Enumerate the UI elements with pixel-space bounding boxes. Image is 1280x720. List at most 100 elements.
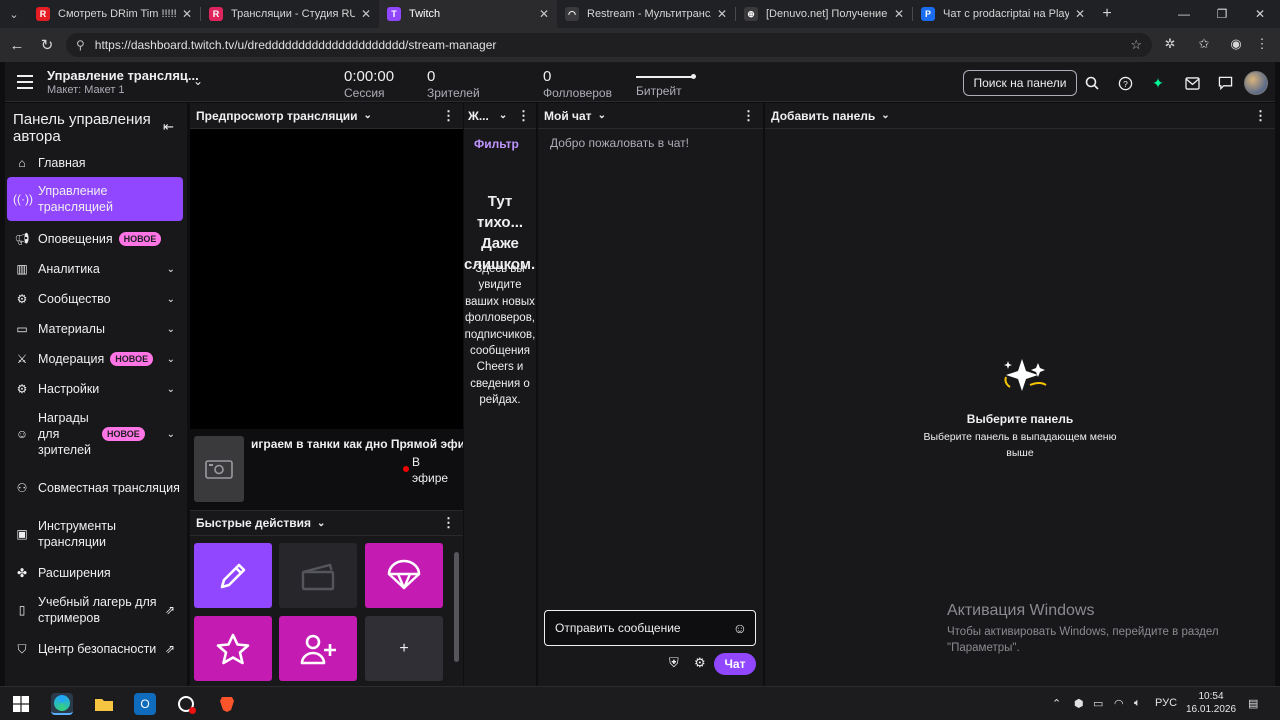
chevron-down-icon[interactable]: ⌄ [499,110,507,121]
tab-list-chevron-icon[interactable]: ⌄ [0,0,28,28]
more-options-icon[interactable]: ⋮ [742,108,755,124]
sidebar-item-stream-manager[interactable]: ((·)) Управление трансляцией [7,177,183,221]
stream-thumbnail-icon[interactable] [194,436,244,502]
sparkle-icon[interactable]: ✦ [1147,72,1169,94]
sidebar-item-safety-center[interactable]: ⛉ Центр безопасности ⇗ [7,639,183,659]
sidebar-item-extensions[interactable]: ✤ Расширения [7,563,183,583]
sidebar-item-analytics[interactable]: ▥ Аналитика ⌄ [7,259,183,279]
taskbar-clock[interactable]: 10:54 16.01.2026 [1186,690,1236,716]
add-panel-header[interactable]: Добавить панель ⌄ ⋮ [765,103,1275,129]
browser-tab-2[interactable]: R Трансляции - Студия RUTUB ✕ [201,0,379,28]
reload-icon[interactable]: ↻ [32,30,62,60]
chat-panel-header[interactable]: Мой чат ⌄ ⋮ [538,103,763,129]
sidebar-item-community[interactable]: ⚙︎ Сообщество ⌄ [7,289,183,309]
windows-start-icon[interactable] [10,693,32,715]
browser-tab-4[interactable]: ◠ Restream - Мультитрансляц ✕ [557,0,735,28]
bookmark-star-icon[interactable]: ☆ [1130,37,1142,53]
browser-tab-6[interactable]: P Чат с prodacriptai на Player ✕ [913,0,1093,28]
clip-button[interactable] [279,543,357,608]
sidebar-item-stream-tools[interactable]: ▣ Инструменты трансляции [7,517,183,551]
preview-panel-header[interactable]: Предпросмотр трансляции ⌄ ⋮ [190,103,463,129]
pencil-icon [220,563,246,588]
scrollbar-thumb[interactable] [454,552,459,662]
chevron-down-icon[interactable]: ⌄ [598,110,606,121]
search-icon[interactable] [1081,72,1103,94]
profile-icon[interactable]: ◉ [1226,34,1246,54]
sidebar-item-alerts[interactable]: 📢︎ Оповещения НОВОЕ [7,229,183,249]
close-tab-icon[interactable]: ✕ [717,7,727,21]
chevron-down-icon[interactable]: ⌄ [317,518,325,529]
favorites-icon[interactable]: ✩ [1194,34,1214,54]
emote-picker-icon[interactable]: ☺ [733,620,747,636]
layout-chevron-down-icon[interactable]: ⌄ [193,74,203,88]
sidebar-item-content[interactable]: ▭ Материалы ⌄ [7,319,183,339]
close-tab-icon[interactable]: ✕ [539,7,549,21]
highlight-button[interactable] [194,616,272,681]
obs-icon[interactable] [175,693,197,715]
whispers-icon[interactable] [1214,72,1236,94]
more-options-icon[interactable]: ⋮ [442,515,455,531]
page-title[interactable]: Управление трансляц... [47,68,199,83]
moderation-shield-icon[interactable]: ⛨ [669,655,679,671]
brave-browser-icon[interactable] [216,693,238,715]
add-moderator-button[interactable] [279,616,357,681]
close-window-icon[interactable]: ✕ [1240,0,1280,28]
tray-chevron-up-icon[interactable]: ⌃ [1052,697,1061,710]
maximize-icon[interactable]: ❐ [1202,0,1242,28]
quick-actions-header[interactable]: Быстрые действия ⌄ ⋮ [190,510,463,536]
notifications-icon[interactable]: ▤ [1248,697,1258,710]
new-tab-button[interactable]: + [1093,5,1121,23]
chat-send-button[interactable]: Чат [714,653,756,675]
sidebar-item-collaboration[interactable]: ⚇ Совместная трансляция [7,471,183,505]
extensions-puzzle-icon[interactable]: ✲ [1160,34,1180,54]
stream-preview-video[interactable] [190,129,463,429]
panel-search-button[interactable]: Поиск на панели [963,70,1077,96]
browser-tab-1[interactable]: R Смотреть DRim Tim !!!!!!на R ✕ [28,0,200,28]
edge-browser-icon[interactable] [51,693,73,715]
ad-break-button[interactable] [365,543,443,608]
sidebar-item-moderation[interactable]: ⚔︎ Модерация НОВОЕ ⌄ [7,349,183,369]
file-explorer-icon[interactable] [93,693,115,715]
site-info-icon[interactable]: ⚲ [76,38,85,52]
quick-actions-scrollbar[interactable] [453,546,459,676]
sidebar-item-home[interactable]: ⌂ Главная [7,153,183,173]
sidebar-item-settings[interactable]: ⚙︎ Настройки ⌄ [7,379,183,399]
url-field[interactable]: ⚲ https://dashboard.twitch.tv/u/dreddddd… [66,33,1152,57]
close-tab-icon[interactable]: ✕ [361,7,371,21]
collapse-arrow-icon[interactable]: ⇤ [163,119,174,135]
edit-stream-info-button[interactable] [194,543,272,608]
outlook-icon[interactable]: O [134,693,156,715]
layout-label[interactable]: Макет: Макет 1 [47,84,125,96]
stream-title[interactable]: играем в танки как дно Прямой эфир [251,437,463,451]
volume-icon[interactable]: 🔈︎ [1134,697,1141,710]
menu-hamburger-icon[interactable] [15,72,35,92]
tray-monitor-icon[interactable]: ▭ [1093,697,1103,710]
more-options-icon[interactable]: ⋮ [1254,108,1267,124]
wifi-icon[interactable]: ◠ [1114,697,1124,710]
more-options-icon[interactable]: ⋮ [517,108,530,124]
back-arrow-icon[interactable]: ← [2,30,32,60]
chat-message-input[interactable]: Отправить сообщение ☺ [544,610,756,646]
chat-settings-gear-icon[interactable]: ⚙ [694,655,706,671]
camera-icon: ▣ [16,527,28,541]
add-quick-action-button[interactable]: + [365,616,443,681]
language-indicator[interactable]: РУС [1155,697,1177,709]
close-tab-icon[interactable]: ✕ [182,7,192,21]
feed-filter-button[interactable]: Фильтр [474,137,519,151]
activity-feed-header[interactable]: Ж... ⌄ ⋮ [464,103,536,129]
browser-menu-icon[interactable]: ⋮ [1252,34,1272,54]
user-avatar[interactable] [1244,71,1268,95]
close-tab-icon[interactable]: ✕ [1075,7,1085,21]
inbox-icon[interactable] [1181,72,1203,94]
minimize-icon[interactable]: — [1164,0,1204,28]
chevron-down-icon[interactable]: ⌄ [364,110,372,121]
tray-app-icon[interactable]: ⬢ [1074,697,1084,710]
help-icon[interactable]: ? [1114,72,1136,94]
browser-tab-twitch[interactable]: T Twitch ✕ [379,0,557,28]
chevron-down-icon[interactable]: ⌄ [881,110,889,121]
sidebar-item-creator-camp[interactable]: ▯ Учебный лагерь для стримеров ⇗ [7,593,183,627]
browser-tab-5[interactable]: ⊕ [Denuvo.net] Получение 2F ✕ [736,0,912,28]
more-options-icon[interactable]: ⋮ [442,108,455,124]
sidebar-item-viewer-rewards[interactable]: ☺︎ Награды для зрителей НОВОЕ ⌄ [7,409,183,459]
close-tab-icon[interactable]: ✕ [894,7,904,21]
